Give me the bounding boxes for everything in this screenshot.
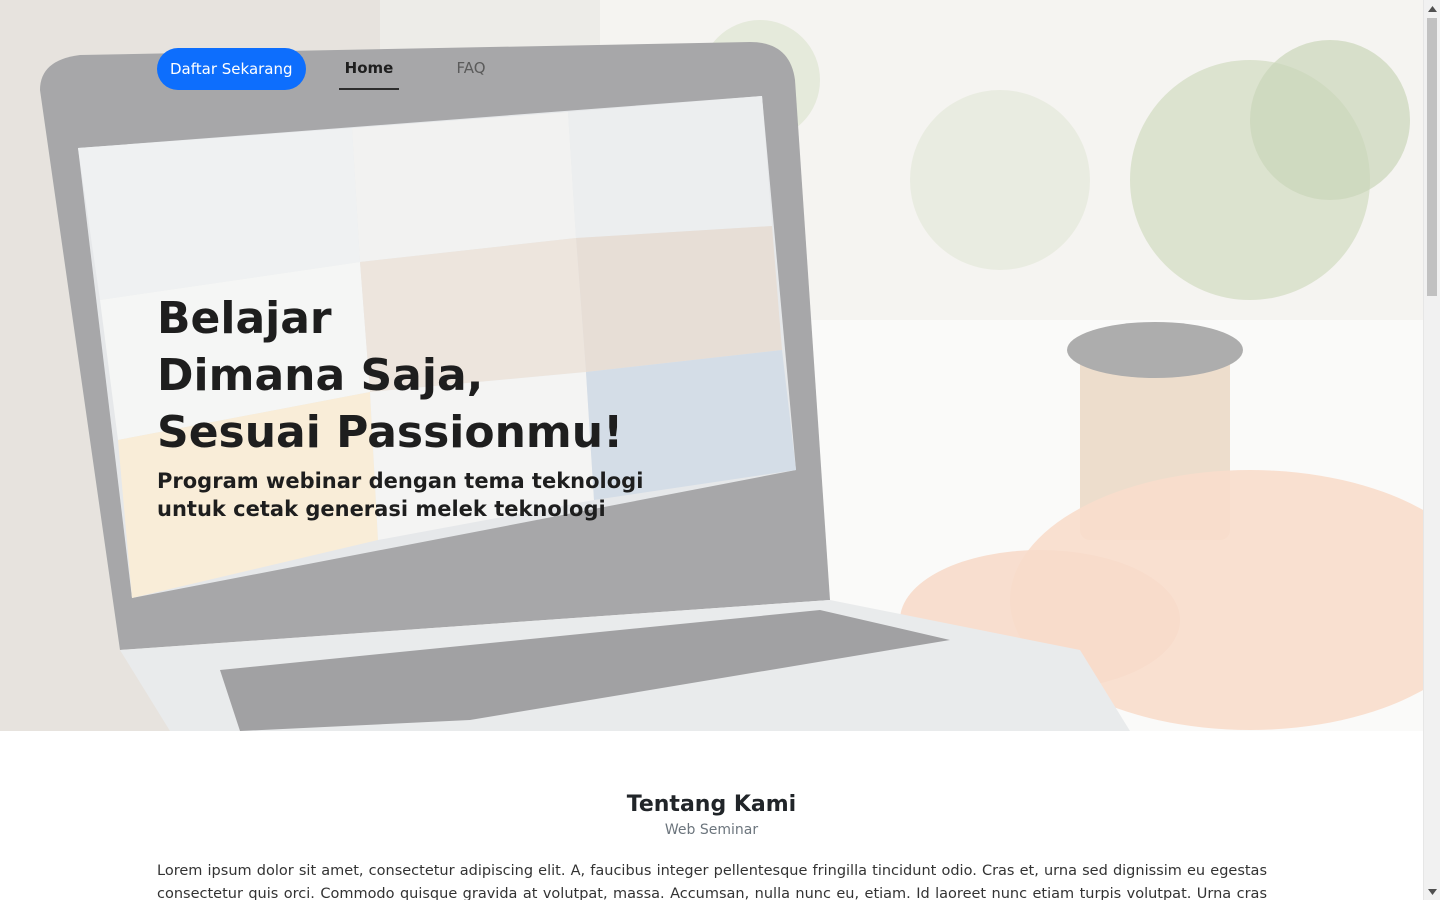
- hero-section: Daftar Sekarang Home FAQ Belajar Dimana …: [0, 0, 1423, 731]
- hero-title-line: Dimana Saja,: [157, 350, 484, 401]
- triangle-down-icon: [1428, 888, 1437, 895]
- hero-subtitle-line: Program webinar dengan tema teknologi: [157, 469, 644, 493]
- hero-title-line: Belajar: [157, 293, 332, 344]
- scroll-thumb[interactable]: [1427, 18, 1437, 296]
- about-paragraph: Lorem ipsum dolor sit amet, consectetur …: [157, 863, 1267, 900]
- vertical-scrollbar[interactable]: [1423, 0, 1440, 900]
- hero-title: Belajar Dimana Saja, Sesuai Passionmu!: [157, 290, 717, 461]
- hero-title-line: Sesuai Passionmu!: [157, 407, 624, 458]
- hero-subtitle: Program webinar dengan tema teknologi un…: [157, 467, 677, 523]
- main-nav: Daftar Sekarang Home FAQ: [157, 48, 486, 90]
- nav-faq-link[interactable]: FAQ: [446, 48, 496, 90]
- about-title: Tentang Kami: [626, 792, 797, 817]
- hero-subtitle-line: untuk cetak generasi melek teknologi: [157, 497, 606, 521]
- triangle-up-icon: [1428, 5, 1437, 12]
- about-subtitle: Web Seminar: [664, 822, 759, 838]
- register-button[interactable]: Daftar Sekarang: [157, 48, 306, 90]
- scroll-down-button[interactable]: [1424, 883, 1440, 900]
- nav-home-link[interactable]: Home: [339, 48, 399, 90]
- scroll-up-button[interactable]: [1424, 0, 1440, 17]
